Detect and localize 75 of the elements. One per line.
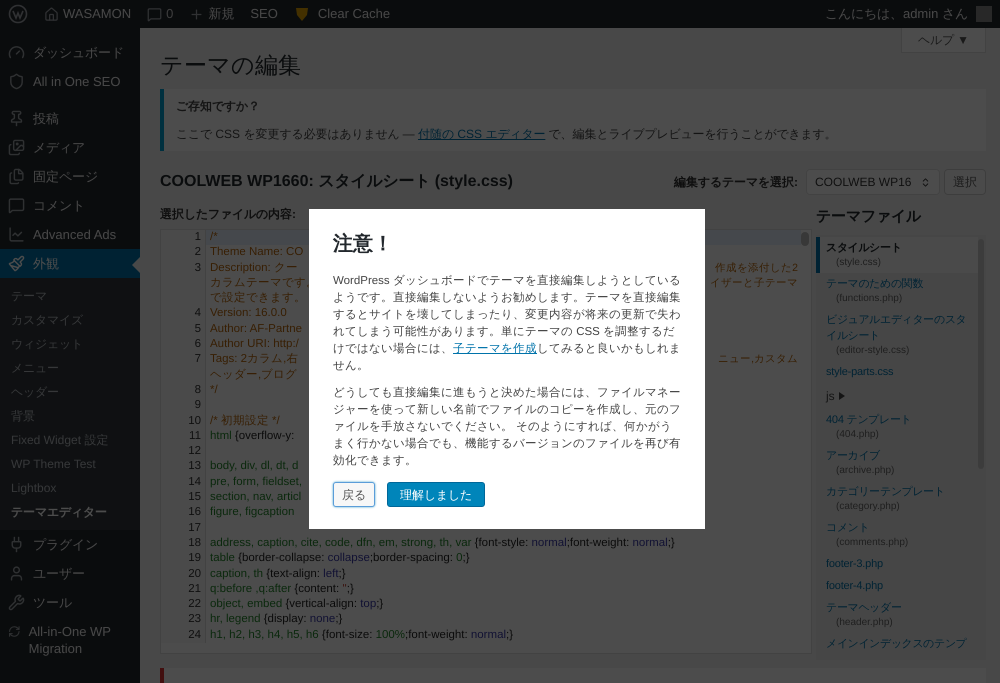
file-title: アーカイブ [826,448,882,464]
line-number: 13 [188,459,201,474]
line-number: 9 [194,398,201,414]
line-number: 2 [194,245,201,260]
files-title: テーマファイル [816,207,922,227]
editor-label: 選択したファイルの内容: [160,206,297,223]
line-number: 6 [194,337,201,352]
code-text: Version: 16.0.0 [210,306,287,322]
code-text: object, embed {vertical-align: top;} [210,597,384,612]
line-number: 12 [188,444,201,460]
line-number: 23 [188,612,201,628]
line-number: 7 [194,352,201,368]
code-text: Author URI: http:/ [210,337,299,352]
code-text: h1, h2, h3, h4, h5, h6 {font-size: 100%;font-weight: normal;} [210,628,514,643]
dialog-text: どうしても直接編集に進もうと決めた場合には、ファイルマネージャーを使って新しい名前でファイルのコピーを作成し、元のファイルを手放さないでください。 そのようにすれば、何かがうまく行かない場合でも、機能するバージョンのファイルを再び有効化できます。 [333,386,681,469]
code-text: q:before ,q:after {content: '';} [210,582,354,597]
select-label: 編集するテーマを選択: [674,174,798,191]
code-text: Author: AF-Partne [210,322,302,337]
code-text: で設定できます。 [210,291,306,306]
code-text: section, nav, articl [210,490,302,506]
line-number: 19 [188,551,201,566]
line-number: 18 [188,536,201,551]
code-text: ニュー,カスタム [718,352,798,368]
line-number: 15 [188,490,201,506]
line-number: 22 [188,597,201,612]
file-title: footer-3.php [826,556,884,572]
code-text: /* 初期設定 */ [210,414,280,429]
line-number: 1 [194,230,201,245]
code-text: */ [210,382,218,398]
child-theme-link[interactable]: 子テーマを作成 [453,343,537,355]
line-number: 21 [188,582,201,597]
code-text: hr, legend {display: none;} [210,612,342,628]
dialog-title: 注意！ [333,232,394,257]
file-title: footer-4.php [826,578,884,594]
line-number: 3 [194,260,201,276]
file-heading: COOLWEB WP1660: スタイルシート (style.css) [160,172,513,192]
code-text: table {border-collapse: collapse;border-spacing: 0;} [210,551,470,566]
css-editor-link[interactable]: 付随の CSS エディター [418,127,546,141]
file-title: 404 テンプレート [826,412,912,428]
file-title: コメント [826,520,870,536]
line-number: 16 [188,505,201,520]
code-text: Description: クー [210,260,298,276]
back-button[interactable]: 戻る [333,482,375,507]
code-text: /* [210,230,218,245]
code-text: figure, figcaption [210,505,294,520]
code-text: body, div, dl, dt, d [210,459,298,474]
line-number: 17 [188,520,201,536]
page-title: テーマの編集 [160,51,302,79]
notice-title: ご存知ですか？ [176,98,261,115]
line-number: 8 [194,382,201,398]
code-text: pre, form, fieldset, [210,474,302,490]
code-text: Theme Name: CO [210,245,304,260]
code-text: イザーと子テーマ [710,276,798,291]
file-title: スタイルシート [826,240,903,256]
file-title: テーマヘッダー [826,600,903,616]
line-number: 4 [194,306,201,322]
confirm-button[interactable]: 理解しました [387,482,485,507]
file-title: テーマのための関数 [826,276,924,292]
code-text: caption, th {text-align: left;} [210,566,346,582]
dialog-text: WordPress ダッシュボードでテーマを直接編集しようとしているようです。直接編集しないようお勧めします。テーマを直接編集するとサイトを壊してしまったり、変更内容が将来の更新で失われてしまう可能性があります。単にテーマの CSS を調整するだけではない場合には、子テーマを作成 してみると良いかもしれません。 [333,274,681,374]
line-number: 24 [188,628,201,643]
line-number: 10 [188,414,201,429]
line-number: 5 [194,322,201,337]
line-number: 11 [189,428,201,444]
file-title: ビジュアルエディターのスタイルシート [826,312,968,344]
file-title: メインインデックスのテンプ [826,636,968,652]
line-number: 20 [188,566,201,582]
code-text: html {overflow-y: [210,428,294,444]
code-text: Tags: 2カラム,右 [210,352,298,368]
line-number: 14 [188,474,201,490]
code-text: address, caption, cite, code, dfn, em, strong, th, var {font-style: normal;font-weight: normal;} [210,536,675,551]
file-title: style-parts.css [826,364,894,380]
code-text: ヘッダー,ブログ [210,368,298,383]
file-title: カテゴリーテンプレート [826,484,946,500]
code-text: 作成を添付した2 [715,260,798,276]
